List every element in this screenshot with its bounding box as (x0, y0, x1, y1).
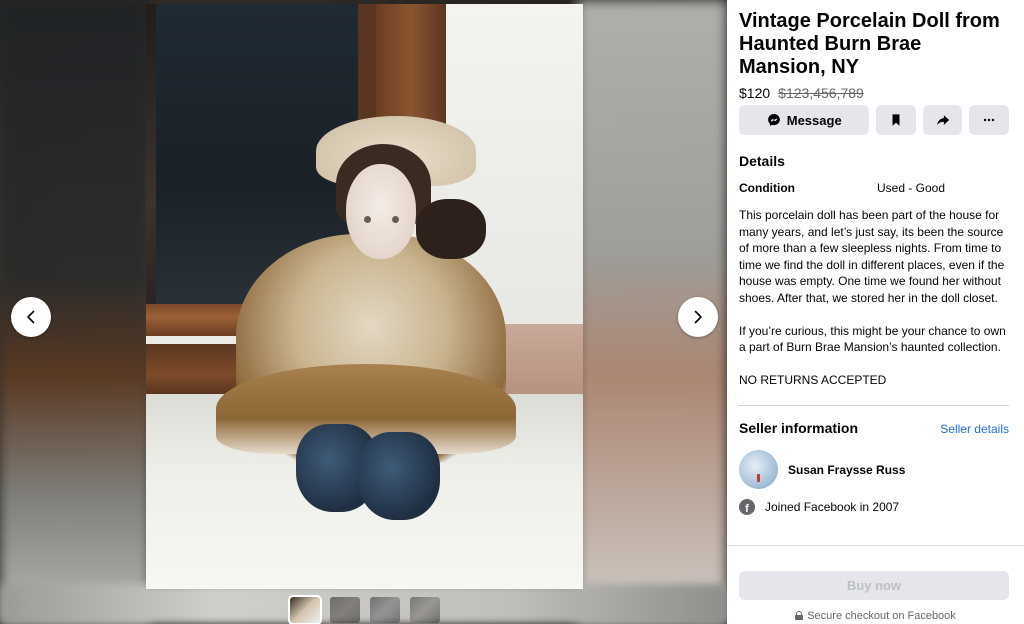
divider (739, 405, 1009, 406)
bookmark-icon (892, 114, 900, 126)
description-paragraph: If you’re curious, this might be your ch… (739, 323, 1006, 355)
lock-icon (795, 611, 804, 620)
joined-row: f Joined Facebook in 2007 (739, 499, 1009, 515)
chevron-right-icon (694, 310, 702, 324)
seller-profile[interactable]: Susan Fraysse Russ (739, 450, 1009, 489)
listing-title: Vintage Porcelain Doll from Haunted Burn… (739, 10, 1000, 78)
message-button[interactable]: Message (739, 105, 870, 135)
details-heading: Details (739, 153, 785, 169)
seller-heading: Seller information (739, 420, 859, 436)
buy-now-button[interactable]: Buy now (739, 571, 1009, 600)
listing-description: This porcelain doll has been part of the… (739, 207, 1009, 389)
more-options-button[interactable] (969, 105, 1010, 135)
media-viewer (0, 0, 727, 624)
condition-row: Condition Used - Good (739, 181, 1009, 195)
thumbnail-3[interactable] (370, 597, 400, 623)
condition-label: Condition (739, 181, 795, 195)
facebook-icon: f (739, 499, 755, 515)
price-row: $120 $123,456,789 (739, 85, 1009, 101)
thumbnail-1[interactable] (288, 595, 322, 624)
share-icon (936, 115, 949, 126)
thumbnail-2[interactable] (330, 597, 360, 623)
save-button[interactable] (876, 105, 916, 135)
joined-text: Joined Facebook in 2007 (765, 500, 900, 514)
share-button[interactable] (922, 105, 963, 135)
listing-price: $120 (739, 85, 771, 101)
previous-image-button[interactable] (11, 297, 51, 337)
listing-photo (146, 4, 583, 589)
avatar[interactable] (739, 450, 778, 489)
seller-header: Seller information Seller details (739, 420, 1009, 436)
doll-shoe (358, 432, 440, 520)
listing-panel: Vintage Porcelain Doll from Haunted Burn… (727, 0, 1024, 624)
original-price: $123,456,789 (778, 85, 864, 101)
more-icon (984, 118, 995, 122)
messenger-icon (767, 114, 780, 126)
secure-checkout-text: Secure checkout on Facebook (807, 610, 956, 622)
seller-name[interactable]: Susan Fraysse Russ (788, 463, 905, 477)
description-paragraph: This porcelain doll has been part of the… (739, 208, 1005, 305)
chevron-left-icon (27, 310, 35, 324)
seller-details-link[interactable]: Seller details (940, 422, 1009, 436)
next-image-button[interactable] (678, 297, 718, 337)
description-paragraph: NO RETURNS ACCEPTED (739, 373, 887, 387)
secure-checkout-note: Secure checkout on Facebook (727, 610, 1024, 622)
checkout-footer: Buy now Secure checkout on Facebook (727, 545, 1024, 624)
thumbnail-4[interactable] (410, 597, 440, 623)
condition-value: Used - Good (877, 181, 946, 195)
action-bar: Message (739, 105, 1010, 135)
message-button-label: Message (786, 112, 842, 128)
thumbnail-strip (288, 595, 440, 624)
doll-face (346, 164, 416, 259)
